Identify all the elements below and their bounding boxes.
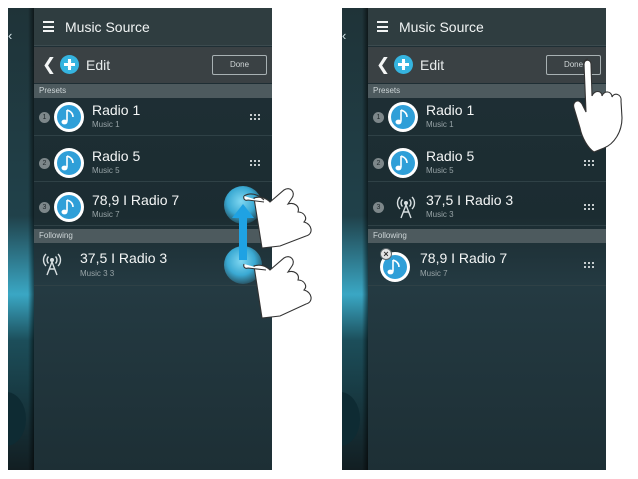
station-genre: Music 5 xyxy=(426,166,454,175)
station-name: Radio 1 xyxy=(426,102,475,118)
preset-number: 1 xyxy=(373,112,384,123)
station-genre: Music 3 xyxy=(426,210,454,219)
preset-number: 3 xyxy=(373,202,384,213)
station-genre: Music 1 xyxy=(426,120,454,129)
edit-label: Edit xyxy=(86,57,111,73)
drag-handle-icon[interactable] xyxy=(250,114,260,120)
station-genre: Music 7 xyxy=(420,269,448,278)
phone-screen-after: ‹ Music Source ❮ Edit Done Presets 1 Rad… xyxy=(342,8,606,470)
delete-x-icon[interactable]: × xyxy=(380,248,392,260)
background-circle xyxy=(342,392,360,446)
preset-number: 1 xyxy=(39,112,50,123)
music-note-icon xyxy=(388,148,418,178)
done-button[interactable]: Done xyxy=(212,55,267,75)
preset-number: 3 xyxy=(39,202,50,213)
music-note-icon xyxy=(54,102,84,132)
music-note-icon xyxy=(54,148,84,178)
chevron-left-icon[interactable]: ❮ xyxy=(376,56,390,73)
presets-header: Presets xyxy=(34,84,272,98)
title-bar: Music Source xyxy=(368,8,606,46)
edit-label: Edit xyxy=(420,57,445,73)
station-genre: Music 7 xyxy=(92,210,120,219)
edit-plus-icon xyxy=(60,55,79,74)
hamburger-icon[interactable] xyxy=(43,21,54,32)
title-bar: Music Source xyxy=(34,8,272,46)
station-genre: Music 1 xyxy=(92,120,120,129)
hand-pointer-icon xyxy=(243,188,312,249)
background-circle xyxy=(8,392,26,446)
preset-number: 2 xyxy=(39,158,50,169)
radio-antenna-icon xyxy=(396,196,416,219)
hand-pointer-icon xyxy=(243,256,312,319)
station-name: Radio 5 xyxy=(426,148,475,164)
station-name: 78,9 I Radio 7 xyxy=(420,250,508,266)
background-glyph: ‹ xyxy=(342,28,347,43)
background-glyph: ‹ xyxy=(8,28,13,43)
preset-row[interactable]: 2 Radio 5 Music 5 xyxy=(34,144,272,182)
page-title: Music Source xyxy=(65,19,150,35)
hand-pointer-icon xyxy=(573,58,623,153)
page-title: Music Source xyxy=(399,19,484,35)
preset-row[interactable]: 1 Radio 1 Music 1 xyxy=(34,98,272,136)
phone-screen-before: ‹ Music Source ❮ Edit Done Presets 1 Rad… xyxy=(8,8,272,470)
edit-bar: ❮ Edit Done xyxy=(34,47,272,83)
station-name: 37,5 I Radio 3 xyxy=(426,192,514,208)
drag-handle-icon[interactable] xyxy=(584,160,594,166)
hamburger-icon[interactable] xyxy=(377,21,388,32)
preset-number: 2 xyxy=(373,158,384,169)
following-header: Following xyxy=(368,229,606,243)
drag-handle-icon[interactable] xyxy=(584,262,594,268)
chevron-left-icon[interactable]: ❮ xyxy=(42,56,56,73)
music-note-icon xyxy=(388,102,418,132)
station-name: Radio 1 xyxy=(92,102,141,118)
music-note-icon xyxy=(54,192,84,222)
station-name: 37,5 I Radio 3 xyxy=(80,250,168,266)
station-name: 78,9 I Radio 7 xyxy=(92,192,180,208)
preset-row[interactable]: 3 37,5 I Radio 3 Music 3 xyxy=(368,188,606,226)
drag-handle-icon[interactable] xyxy=(250,160,260,166)
following-row[interactable]: × 78,9 I Radio 7 Music 7 xyxy=(368,244,606,286)
radio-antenna-icon xyxy=(42,253,62,276)
station-name: Radio 5 xyxy=(92,148,141,164)
station-genre: Music 5 xyxy=(92,166,120,175)
station-genre: Music 3 3 xyxy=(80,269,115,278)
edit-plus-icon xyxy=(394,55,413,74)
drag-handle-icon[interactable] xyxy=(584,204,594,210)
